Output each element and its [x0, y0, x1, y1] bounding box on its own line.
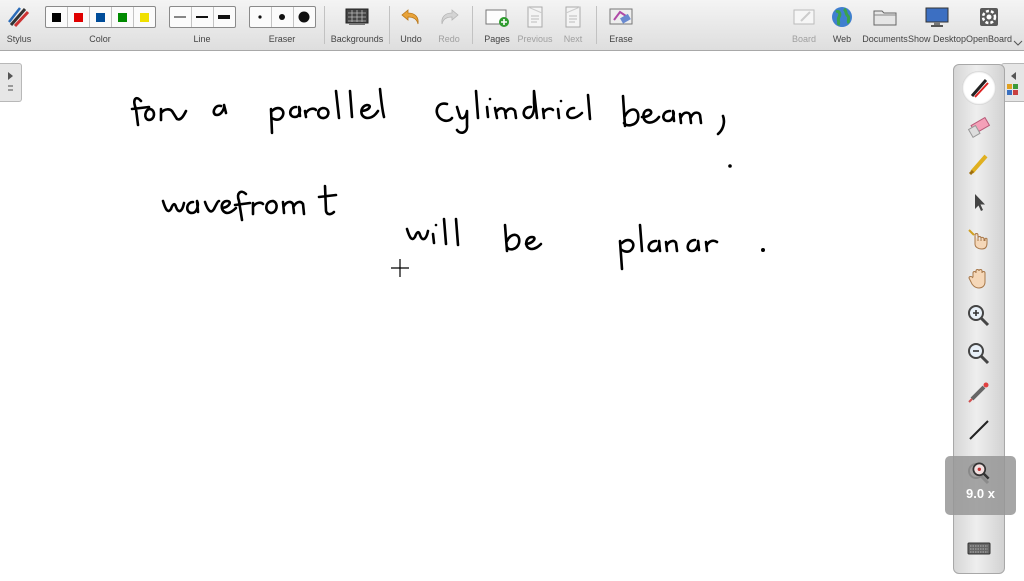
erase-button[interactable]: Erase — [604, 0, 638, 50]
color-blue-button[interactable] — [90, 7, 112, 27]
add-page-icon — [485, 9, 509, 27]
eraser-icon — [967, 116, 991, 139]
line-group: Line — [168, 0, 236, 50]
previous-button[interactable]: Previous — [516, 0, 554, 50]
color-yellow-button[interactable] — [134, 7, 155, 27]
color-red-button[interactable] — [68, 7, 90, 27]
eraser-group: Eraser — [248, 0, 316, 50]
main-toolbar: Stylus Color Line Eraser Backgrounds Und… — [0, 0, 1024, 51]
desktop-icon — [925, 7, 949, 27]
stylus-icon — [8, 7, 30, 28]
erase-board-icon — [609, 8, 633, 25]
hand-tool-button[interactable] — [962, 261, 996, 295]
zoom-out-icon — [968, 343, 990, 365]
zoom-out-tool-button[interactable] — [962, 337, 996, 371]
line-tool-button[interactable] — [962, 413, 996, 447]
redo-icon — [441, 9, 459, 25]
openboard-label: OpenBoard — [965, 34, 1013, 44]
marker-tool-button[interactable] — [962, 147, 996, 181]
pages-button[interactable]: Pages — [480, 0, 514, 50]
toolbar-expand-icon[interactable] — [1013, 40, 1023, 46]
redo-button[interactable]: Redo — [434, 0, 464, 50]
interact-tool-button[interactable] — [962, 223, 996, 257]
redo-label: Redo — [438, 34, 460, 44]
color-swatch — [73, 12, 83, 22]
previous-page-icon — [527, 6, 543, 28]
color-swatch — [51, 12, 61, 22]
zoom-in-icon — [968, 305, 990, 327]
eraser-large-button[interactable] — [294, 7, 315, 27]
color-swatches — [44, 6, 156, 28]
pages-label: Pages — [484, 34, 510, 44]
color-green-button[interactable] — [112, 7, 134, 27]
next-page-icon — [565, 6, 581, 28]
hand-icon — [968, 269, 986, 289]
laser-pointer-tool-button[interactable] — [962, 375, 996, 409]
line-widths — [168, 6, 236, 28]
eraser-sizes — [248, 6, 316, 28]
line-icon — [969, 420, 989, 440]
pen-tool-button[interactable] — [962, 71, 996, 105]
board-button[interactable]: Board — [788, 0, 820, 50]
stylus-button[interactable]: Stylus — [2, 0, 36, 50]
board-label: Board — [791, 34, 817, 44]
next-button[interactable]: Next — [558, 0, 588, 50]
zoom-in-tool-button[interactable] — [962, 299, 996, 333]
eraser-medium-button[interactable] — [272, 7, 294, 27]
folder-icon — [873, 10, 897, 26]
next-label: Next — [563, 34, 583, 44]
whiteboard-canvas[interactable] — [0, 51, 940, 576]
line-medium-button[interactable] — [192, 7, 214, 27]
color-swatch — [117, 12, 127, 22]
backgrounds-icon — [345, 8, 369, 25]
show-desktop-label: Show Desktop — [907, 34, 967, 44]
marker-icon — [968, 154, 988, 176]
color-black-button[interactable] — [46, 7, 68, 27]
zoom-indicator-icon — [972, 462, 990, 480]
selector-tool-button[interactable] — [962, 185, 996, 219]
eraser-tool-button[interactable] — [962, 109, 996, 143]
eraser-label: Eraser — [268, 34, 296, 44]
selector-icon — [975, 194, 985, 211]
undo-button[interactable]: Undo — [396, 0, 426, 50]
web-button[interactable]: Web — [826, 0, 858, 50]
color-label: Color — [89, 34, 111, 44]
stylus-label: Stylus — [6, 34, 32, 44]
show-desktop-button[interactable]: Show Desktop — [907, 0, 967, 50]
line-thick-button[interactable] — [214, 7, 235, 27]
eraser-small-button[interactable] — [250, 7, 272, 27]
color-swatch — [95, 12, 105, 22]
keyboard-tool-button[interactable] — [962, 531, 996, 565]
board-icon — [793, 9, 815, 25]
undo-label: Undo — [400, 34, 422, 44]
documents-label: Documents — [862, 34, 908, 44]
backgrounds-button[interactable]: Backgrounds — [330, 0, 384, 50]
erase-label: Erase — [609, 34, 633, 44]
pen-icon — [970, 79, 989, 98]
handwriting-strokes — [130, 87, 765, 271]
laser-pointer-icon — [968, 382, 989, 403]
openboard-menu-button[interactable]: OpenBoard — [966, 0, 1012, 50]
line-thin-button[interactable] — [170, 7, 192, 27]
crosshair-cursor-icon — [391, 259, 409, 277]
backgrounds-label: Backgrounds — [330, 34, 384, 44]
color-swatch — [139, 12, 149, 22]
web-label: Web — [832, 34, 852, 44]
globe-icon — [832, 7, 852, 27]
interact-icon — [968, 229, 988, 250]
zoom-indicator: 9.0 x — [945, 456, 1016, 515]
line-label: Line — [193, 34, 211, 44]
color-group: Color — [44, 0, 156, 50]
zoom-level: 9.0 x — [966, 486, 995, 501]
settings-gear-icon — [980, 8, 998, 26]
keyboard-icon — [967, 542, 991, 555]
undo-icon — [401, 9, 419, 25]
previous-label: Previous — [517, 34, 553, 44]
documents-button[interactable]: Documents — [862, 0, 908, 50]
collapse-arrow-icon — [1007, 72, 1018, 95]
